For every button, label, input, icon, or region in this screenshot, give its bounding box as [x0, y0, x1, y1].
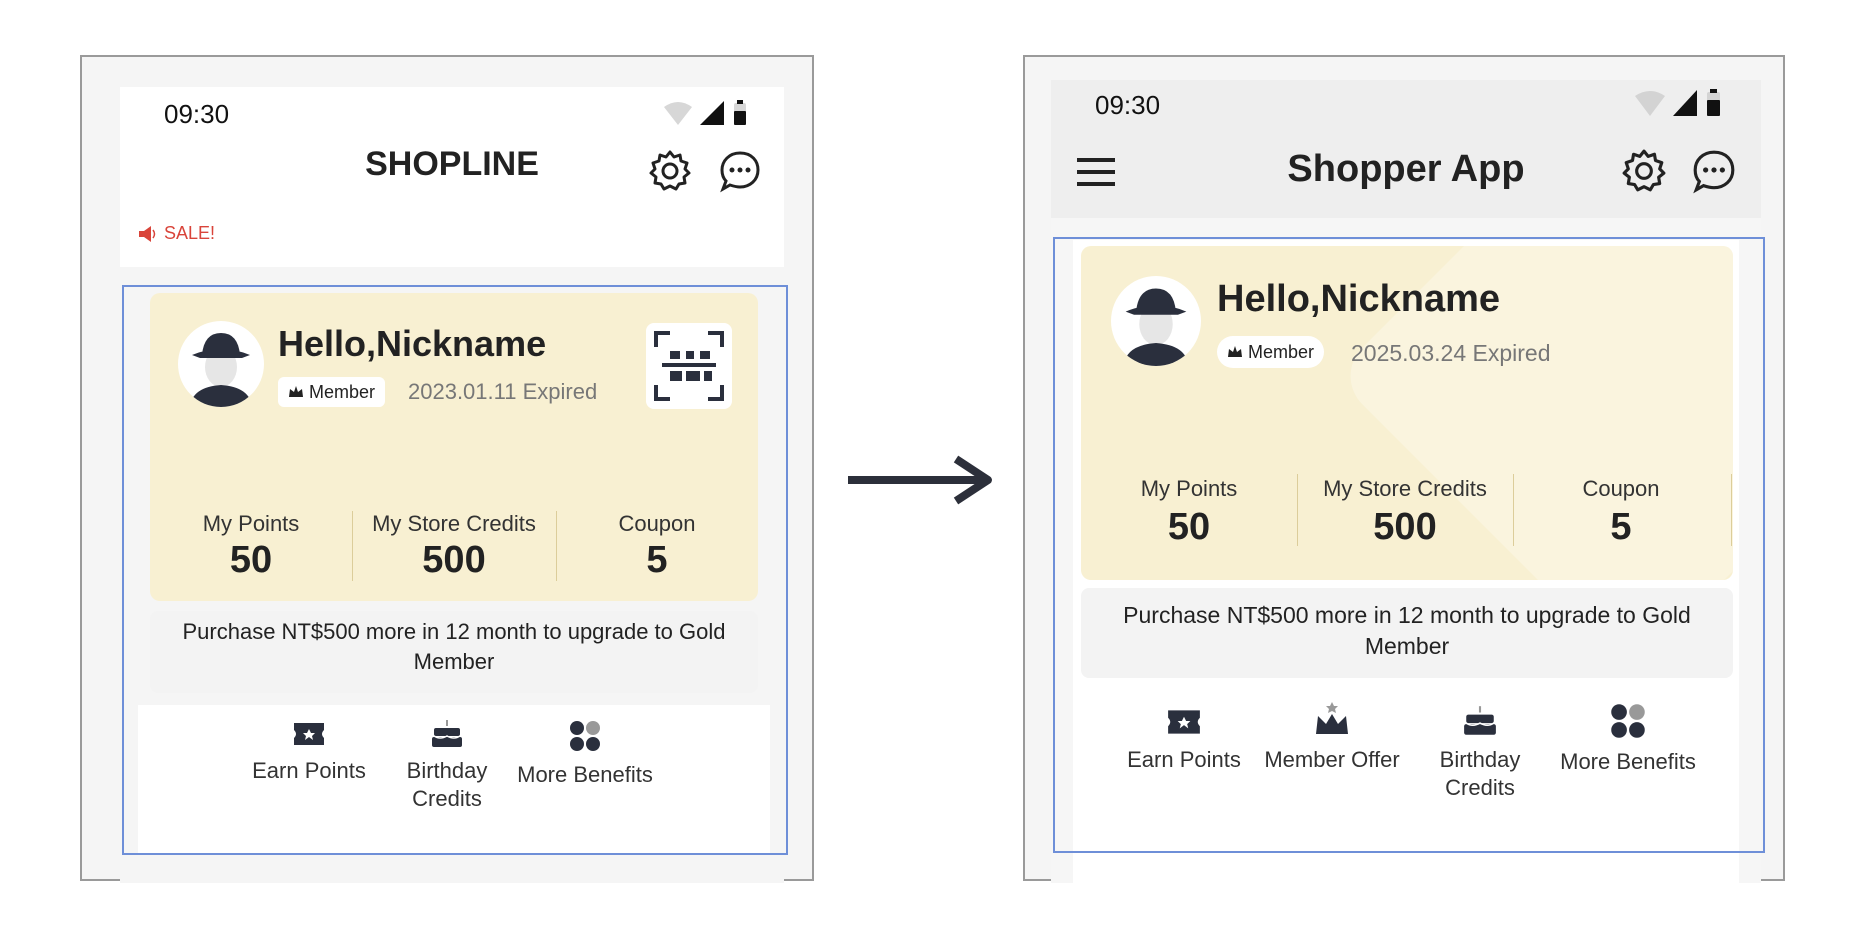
status-icons: [664, 100, 746, 125]
after-phone-frame: 09:30 Shopper App Hello,Nickname Member …: [1023, 55, 1785, 883]
transition-arrow-icon: [848, 455, 992, 505]
status-time: 09:30: [1095, 90, 1161, 120]
before-phone-frame: 09:30 SHOPLINE SALE! Hello,Nickname Memb…: [80, 55, 814, 883]
status-time: 09:30: [164, 99, 230, 129]
gear-icon[interactable]: [648, 149, 692, 193]
announcement-text: SALE!: [164, 223, 216, 243]
member-section-highlight: [1053, 237, 1765, 853]
megaphone-icon: [139, 225, 156, 242]
member-section-highlight: [122, 285, 788, 855]
chat-icon[interactable]: [1691, 148, 1737, 194]
gear-icon[interactable]: [1621, 148, 1667, 194]
chat-icon[interactable]: [718, 149, 762, 193]
announcement-bar[interactable]: SALE!: [138, 223, 215, 244]
status-icons: [1635, 89, 1720, 116]
